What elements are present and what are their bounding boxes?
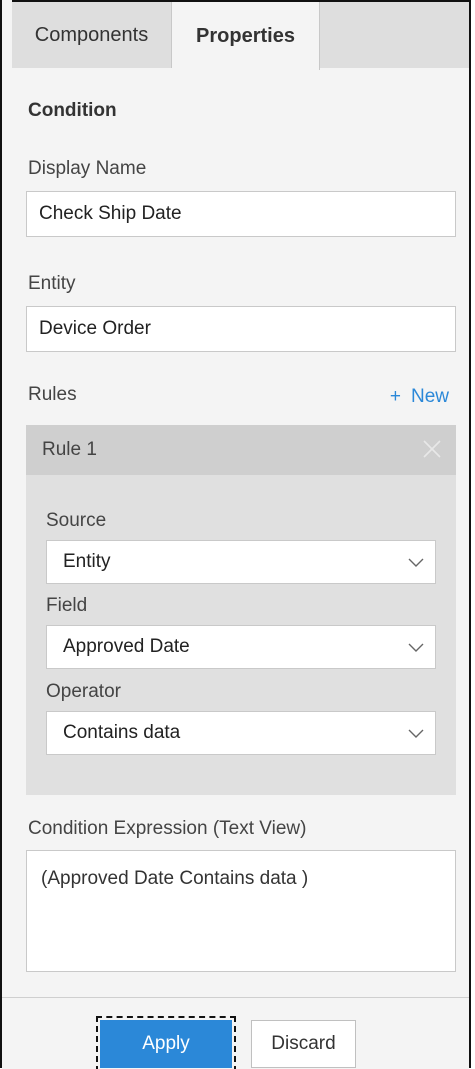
entity-field[interactable]: Device Order	[26, 306, 456, 352]
display-name-field[interactable]: Check Ship Date	[26, 191, 456, 237]
field-value: Approved Date	[63, 636, 190, 657]
rule-header: Rule 1	[26, 425, 456, 475]
field-select[interactable]: Approved Date	[46, 625, 436, 669]
display-name-label: Display Name	[28, 158, 147, 179]
plus-icon: +	[389, 386, 401, 407]
chevron-down-icon	[407, 639, 425, 663]
section-title: Condition	[28, 100, 117, 121]
discard-button[interactable]: Discard	[251, 1020, 356, 1068]
tab-bar: Components Properties	[12, 0, 469, 70]
footer	[2, 997, 469, 1069]
expression-label: Condition Expression (Text View)	[28, 818, 307, 839]
operator-value: Contains data	[63, 722, 181, 743]
tab-properties[interactable]: Properties	[172, 2, 320, 70]
properties-panel: Components Properties Condition Display …	[0, 0, 471, 1069]
chevron-down-icon	[407, 725, 425, 749]
chevron-down-icon	[407, 554, 425, 578]
operator-select[interactable]: Contains data	[46, 711, 436, 755]
source-select[interactable]: Entity	[46, 540, 436, 584]
entity-label: Entity	[28, 273, 76, 294]
field-label: Field	[46, 595, 88, 616]
new-rule-label: New	[410, 386, 449, 407]
operator-label: Operator	[46, 681, 121, 702]
source-value: Entity	[63, 551, 111, 572]
expression-textarea[interactable]: (Approved Date Contains data )	[26, 850, 456, 972]
source-label: Source	[46, 510, 107, 531]
close-icon[interactable]	[420, 437, 444, 461]
rule-card: Rule 1 Source Entity Field Approved Date…	[26, 425, 456, 795]
apply-button[interactable]: Apply	[96, 1016, 236, 1069]
rules-label: Rules	[28, 384, 77, 405]
new-rule-button[interactable]: + New	[390, 386, 449, 408]
tab-components[interactable]: Components	[12, 2, 172, 68]
rule-title: Rule 1	[42, 439, 97, 460]
